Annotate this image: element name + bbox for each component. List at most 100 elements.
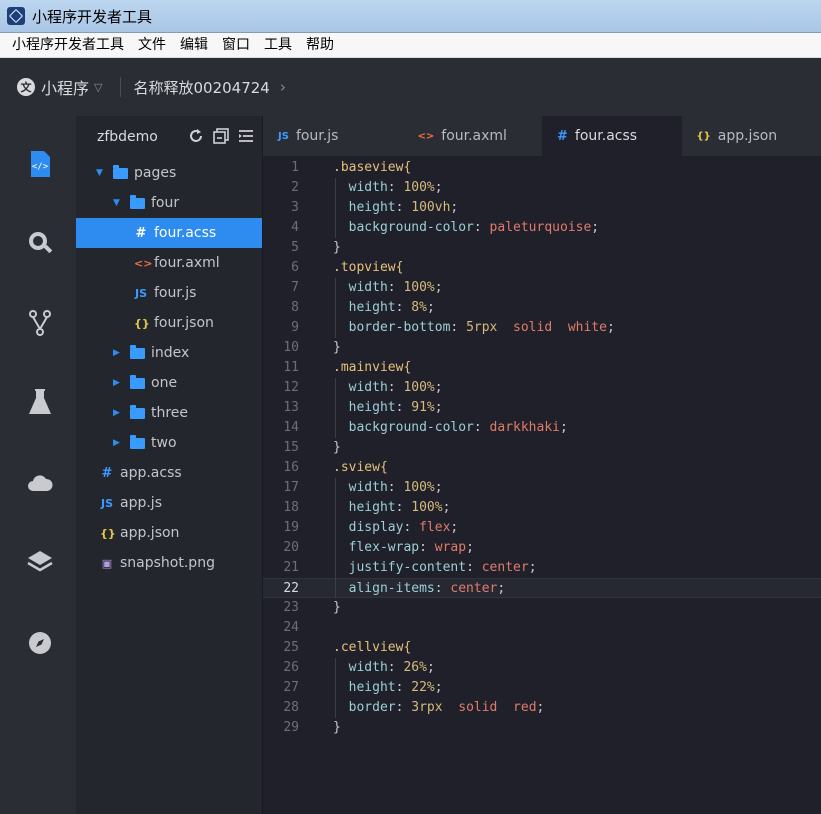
tree-item-label: pages — [134, 165, 177, 181]
tab-label: four.axml — [441, 128, 507, 144]
chevron-right-icon[interactable]: ▶ — [113, 408, 123, 418]
axml-file-icon: <> — [417, 130, 435, 142]
chevron-right-icon[interactable]: ▶ — [113, 348, 123, 358]
tree-folder[interactable]: ▶ two — [76, 428, 262, 458]
menu-app[interactable]: 小程序开发者工具 — [0, 33, 131, 58]
menu-file[interactable]: 文件 — [131, 33, 173, 58]
tree-folder[interactable]: ▼ four — [76, 188, 262, 218]
tree-file[interactable]: # app.acss — [76, 458, 262, 488]
chevron-down-icon[interactable]: ▼ — [113, 198, 123, 208]
code-line[interactable]: 2 width: 100%; — [263, 178, 821, 198]
code-line[interactable]: 17 width: 100%; — [263, 478, 821, 498]
code-line[interactable]: 4 background-color: paleturquoise; — [263, 218, 821, 238]
tree-file[interactable]: {} app.json — [76, 518, 262, 548]
code-line[interactable]: 13 height: 91%; — [263, 398, 821, 418]
code-icon[interactable]: </> — [27, 151, 53, 177]
code-line[interactable]: 14 background-color: darkkhaki; — [263, 418, 821, 438]
tree-folder[interactable]: ▼ pages — [76, 158, 262, 188]
tree-folder[interactable]: ▶ index — [76, 338, 262, 368]
release-name[interactable]: 名称释放00204724 — [133, 77, 269, 98]
code-line[interactable]: 25 .cellview{ — [263, 638, 821, 658]
code-line[interactable]: 23} — [263, 598, 821, 618]
compass-icon[interactable] — [27, 630, 53, 656]
tree-file[interactable]: JS four.js — [76, 278, 262, 308]
code-line[interactable]: 16 .sview{ — [263, 458, 821, 478]
line-number: 3 — [291, 200, 299, 215]
tree-item-label: four.axml — [154, 255, 220, 271]
code-line[interactable]: 26 width: 26%; — [263, 658, 821, 678]
line-number: 11 — [283, 360, 299, 375]
code-line[interactable]: 7 width: 100%; — [263, 278, 821, 298]
svg-text:</>: </> — [32, 162, 49, 172]
menu-edit[interactable]: 编辑 — [173, 33, 215, 58]
tree-file[interactable]: <> four.axml — [76, 248, 262, 278]
line-number: 25 — [283, 640, 299, 655]
code-line[interactable]: 5} — [263, 238, 821, 258]
flask-icon[interactable] — [27, 389, 53, 415]
tab-four-js[interactable]: JS four.js — [263, 116, 403, 156]
project-avatar-icon[interactable]: 文 — [17, 78, 35, 96]
code-line[interactable]: 10} — [263, 338, 821, 358]
line-number: 14 — [283, 420, 299, 435]
menu-help[interactable]: 帮助 — [299, 33, 341, 58]
menu-tools[interactable]: 工具 — [257, 33, 299, 58]
json-file-icon: {} — [100, 526, 116, 540]
tab-app-json[interactable]: {} app.json — [682, 116, 821, 156]
line-number: 9 — [291, 320, 299, 335]
refresh-icon[interactable] — [188, 128, 204, 144]
code-line[interactable]: 28 border: 3rpx solid red; — [263, 698, 821, 718]
code-line[interactable]: 11 .mainview{ — [263, 358, 821, 378]
code-text: width: 100%; — [333, 280, 443, 295]
code-line[interactable]: 21 justify-content: center; — [263, 558, 821, 578]
tab-four-acss[interactable]: # four.acss — [542, 116, 682, 156]
cloud-icon[interactable] — [27, 470, 53, 496]
code-line[interactable]: 22 align-items: center; — [263, 578, 821, 598]
code-line[interactable]: 19 display: flex; — [263, 518, 821, 538]
more-options-icon[interactable] — [238, 128, 254, 144]
code-line[interactable]: 29} — [263, 718, 821, 738]
editor-tabs: JS four.js <> four.axml # four.acss {} a… — [263, 116, 821, 156]
code-text: border: 3rpx solid red; — [333, 700, 545, 715]
line-number: 19 — [283, 520, 299, 535]
collapse-all-icon[interactable] — [213, 128, 229, 144]
code-line[interactable]: 9 border-bottom: 5rpx solid white; — [263, 318, 821, 338]
tab-label: four.js — [295, 128, 339, 144]
code-line[interactable]: 27 height: 22%; — [263, 678, 821, 698]
window-title: 小程序开发者工具 — [32, 7, 153, 26]
tree-file[interactable]: {} four.json — [76, 308, 262, 338]
line-number: 1 — [291, 160, 299, 175]
search-icon[interactable] — [27, 230, 53, 256]
chevron-right-icon[interactable]: › — [280, 78, 286, 96]
code-line[interactable]: 15} — [263, 438, 821, 458]
code-line[interactable]: 8 height: 8%; — [263, 298, 821, 318]
line-number: 10 — [283, 340, 299, 355]
tree-folder[interactable]: ▶ three — [76, 398, 262, 428]
code-line[interactable]: 20 flex-wrap: wrap; — [263, 538, 821, 558]
chevron-right-icon[interactable]: ▶ — [113, 378, 123, 388]
project-switcher[interactable]: 小程序 — [41, 75, 89, 99]
tab-four-axml[interactable]: <> four.axml — [403, 116, 543, 156]
code-line[interactable]: 6 .topview{ — [263, 258, 821, 278]
chevron-down-icon[interactable]: ▽ — [94, 81, 102, 94]
git-icon[interactable] — [27, 310, 53, 336]
chevron-down-icon[interactable]: ▼ — [96, 168, 106, 178]
tab-label: app.json — [717, 128, 778, 144]
folder-icon — [130, 404, 145, 419]
chevron-right-icon[interactable]: ▶ — [113, 438, 123, 448]
tree-folder[interactable]: ▶ one — [76, 368, 262, 398]
acss-file-icon: # — [557, 128, 568, 144]
code-line[interactable]: 1 .baseview{ — [263, 158, 821, 178]
code-text: height: 91%; — [333, 400, 443, 415]
code-line[interactable]: 12 width: 100%; — [263, 378, 821, 398]
code-text: justify-content: center; — [333, 560, 537, 575]
tree-file[interactable]: JS app.js — [76, 488, 262, 518]
tree-file[interactable]: ▣ snapshot.png — [76, 548, 262, 578]
code-line[interactable]: 18 height: 100%; — [263, 498, 821, 518]
menu-window[interactable]: 窗口 — [215, 33, 257, 58]
code-line[interactable]: 3 height: 100vh; — [263, 198, 821, 218]
tree-file[interactable]: # four.acss — [76, 218, 262, 248]
line-number: 12 — [283, 380, 299, 395]
layers-icon[interactable] — [27, 549, 53, 575]
explorer-toolbar — [188, 128, 254, 144]
code-line[interactable]: 24 — [263, 618, 821, 638]
